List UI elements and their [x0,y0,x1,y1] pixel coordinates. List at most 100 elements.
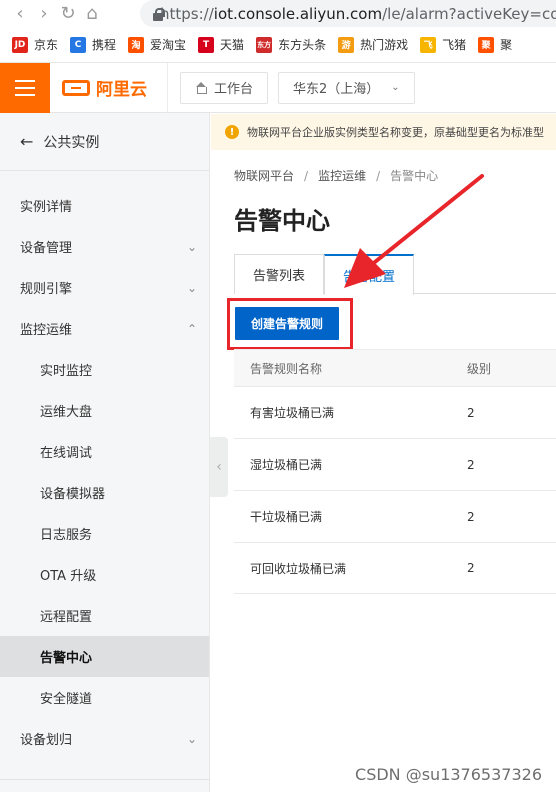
sidebar-item-log-service[interactable]: 日志服务 [0,513,209,554]
table-header: 告警规则名称 级别 [234,349,556,386]
sidebar-item-label: 日志服务 [40,528,93,543]
sidebar-item-label: 实例详情 [20,200,73,215]
region-select[interactable]: 华东2（上海） ⌄ [278,71,415,104]
chevron-down-icon: ⌄ [186,731,197,746]
sidebar-item-device-management[interactable]: 设备管理 ⌄ [0,226,209,267]
taobao-icon: 淘 [128,36,145,53]
back-icon[interactable]: ‹ [8,2,32,26]
table-row[interactable]: 可回收垃圾桶已满 2 [234,542,556,594]
url-host: iot.console.aliyun.com [213,4,383,23]
ju-icon: 聚 [478,36,495,53]
rule-level-cell: 2 [467,561,475,575]
rule-level-cell: 2 [467,457,475,472]
sidebar-item-rule-engine[interactable]: 规则引擎 ⌄ [0,267,209,308]
rule-name-cell: 有害垃圾桶已满 [250,406,335,420]
tmall-icon: T [198,36,215,53]
browser-toolbar: ‹ › ↻ ⌂ https:// iot.console.aliyun.com … [0,0,556,27]
sidebar-divider [0,779,210,780]
sidebar-item-instance-detail[interactable]: 实例详情 [0,185,209,226]
aliyun-logo-icon [62,79,90,96]
rule-level-cell: 2 [467,405,475,420]
bookmark-label: 热门游戏 [360,38,409,52]
sidebar-item-label: OTA 升级 [40,569,97,584]
sidebar-item-remote-config[interactable]: 远程配置 [0,595,209,636]
bookmark-tmall[interactable]: T 天猫 [198,36,244,53]
arrow-left-icon: ← [20,132,34,151]
sidebar-collapse-handle[interactable]: ‹ [210,437,228,497]
sidebar-item-label: 设备划归 [20,733,73,748]
sidebar-item-label: 设备管理 [20,241,73,256]
table-row[interactable]: 湿垃圾桶已满 2 [234,438,556,490]
sidebar-item-monitoring[interactable]: 监控运维 ⌃ [0,308,209,349]
chevron-down-icon: ⌄ [186,280,197,295]
sidebar-item-label: 运维大盘 [40,405,93,420]
notice-text: 物联网平台企业版实例类型名称变更，原基础型更名为标准型 [247,126,544,139]
workbench-label: 工作台 [214,82,254,97]
sidebar-item-ops-dashboard[interactable]: 运维大盘 [0,390,209,431]
back-to-instance[interactable]: ← 公共实例 [0,113,209,171]
fliggy-icon: 飞 [420,36,437,53]
hamburger-menu-button[interactable] [0,62,50,113]
chevron-down-icon: ⌄ [391,82,400,93]
sidebar-item-label: 告警中心 [40,651,93,666]
bookmarks-bar: JD 京东 C 携程 淘爱淘宝 T 天猫 东方 东方头条 游热门游戏 飞飞猪 聚聚 [0,27,556,63]
bookmark-games[interactable]: 游热门游戏 [338,36,408,53]
tab-alarm-list[interactable]: 告警列表 [234,254,324,294]
sidebar-item-label: 监控运维 [20,323,73,338]
forward-icon[interactable]: › [32,2,56,26]
url-path: /le/alarm?activeKey=config [382,4,556,23]
notice-banner: ! 物联网平台企业版实例类型名称变更，原基础型更名为标准型 [211,114,556,150]
bookmark-label: 东方头条 [278,38,327,52]
reload-icon[interactable]: ↻ [56,2,80,26]
workbench-button[interactable]: 工作台 [180,71,269,104]
annotation-arrow-icon [344,174,484,288]
table-row[interactable]: 干垃圾桶已满 2 [234,490,556,542]
bookmark-ctrip[interactable]: C 携程 [70,36,116,53]
sidebar-item-security-tunnel[interactable]: 安全隧道 [0,677,209,718]
region-label: 华东2（上海） [293,82,380,97]
sidebar-item-online-debug[interactable]: 在线调试 [0,431,209,472]
sidebar-item-label: 规则引擎 [20,282,73,297]
games-icon: 游 [338,36,355,53]
sidebar-item-realtime-monitor[interactable]: 实时监控 [0,349,209,390]
back-label: 公共实例 [43,134,100,151]
bookmark-ju[interactable]: 聚聚 [478,36,512,53]
bookmark-dftt[interactable]: 东方 东方头条 [256,36,326,53]
table-row[interactable]: 有害垃圾桶已满 2 [234,386,556,438]
rule-level-cell: 2 [467,509,475,524]
bookmark-label: 聚 [500,38,513,52]
sidebar-item-label: 远程配置 [40,610,93,625]
breadcrumb-iot-platform[interactable]: 物联网平台 [234,169,294,183]
jd-icon: JD [12,36,28,53]
sidebar-item-label: 实时监控 [40,364,93,379]
chevron-down-icon: ⌄ [186,239,197,254]
sidebar-item-device-assignment[interactable]: 设备划归 ⌄ [0,718,209,759]
sidebar-item-alarm-center[interactable]: 告警中心 [0,636,209,677]
bookmark-jd[interactable]: JD 京东 [12,36,58,53]
bookmark-fliggy[interactable]: 飞飞猪 [420,36,466,53]
rule-name-cell: 干垃圾桶已满 [250,510,323,524]
chevron-left-icon: ‹ [216,459,222,475]
console-topbar: 阿里云 工作台 华东2（上海） ⌄ [0,62,556,113]
sidebar-item-label: 在线调试 [40,446,93,461]
sidebar-item-device-simulator[interactable]: 设备模拟器 [0,472,209,513]
rule-name-cell: 可回收垃圾桶已满 [250,561,347,576]
dftt-icon: 东方 [256,36,273,53]
url-scheme: https:// [160,4,214,23]
ctrip-icon: C [70,36,87,53]
aliyun-logo[interactable]: 阿里云 [62,62,168,113]
create-alarm-rule-button[interactable]: 创建告警规则 [235,307,339,340]
sidebar-item-label: 安全隧道 [40,692,93,707]
sidebar-item-ota-upgrade[interactable]: OTA 升级 [0,554,209,595]
column-header-level: 级别 [467,361,492,376]
csdn-watermark: CSDN @su1376537326 [355,765,542,784]
address-bar[interactable]: https:// iot.console.aliyun.com /le/alar… [140,0,556,27]
home-icon[interactable]: ⌂ [80,2,104,26]
bookmark-label: 携程 [92,38,117,52]
home-icon [195,81,207,94]
bookmark-aitaobao[interactable]: 淘爱淘宝 [128,36,186,53]
warning-icon: ! [225,125,239,139]
bookmark-label: 京东 [34,38,59,52]
alarm-rules-table: 告警规则名称 级别 有害垃圾桶已满 2 湿垃圾桶已满 2 干垃圾桶已满 2 可回… [234,349,556,594]
page-title: 告警中心 [234,207,330,235]
